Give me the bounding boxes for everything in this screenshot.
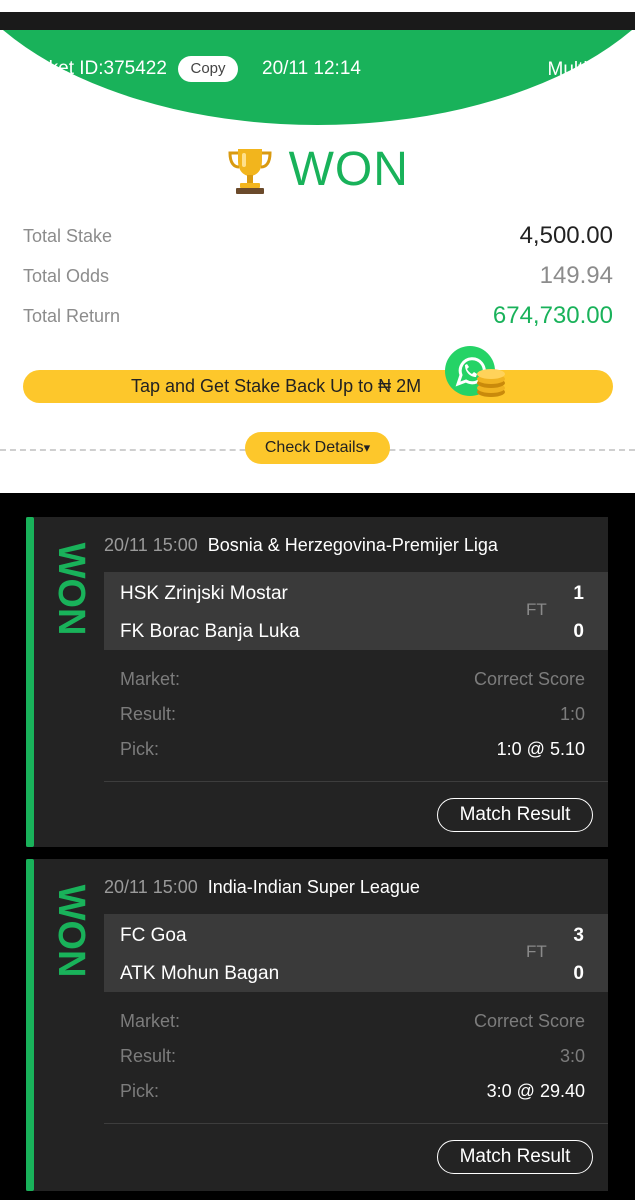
- away-score: 0: [573, 963, 584, 984]
- market-value: Correct Score: [473, 1011, 585, 1031]
- league-name: India-Indian Super League: [207, 877, 420, 897]
- pick-label: Pick:: [120, 1081, 160, 1101]
- pick-value: 1:0 @ 5.10: [496, 739, 585, 759]
- selection-card: WON 20/11 15:00 Bosnia & Herzegovina-Prem…: [26, 517, 608, 847]
- status-bar: [0, 0, 635, 12]
- market-value: Correct Score: [473, 669, 585, 689]
- status-strip: [26, 517, 34, 847]
- home-score: 1: [573, 583, 584, 604]
- check-details-button[interactable]: Check Details▾: [245, 432, 390, 464]
- pick-label: Pick:: [120, 739, 160, 759]
- away-team: ATK Mohun Bagan: [120, 963, 280, 984]
- home-score: 3: [573, 925, 584, 946]
- total-odds-value: 149.94: [539, 262, 613, 289]
- home-team: FC Goa: [120, 925, 187, 946]
- away-team: FK Borac Banja Luka: [120, 621, 300, 642]
- won-vertical-label: WON: [50, 885, 92, 978]
- chevron-double-down-icon: ▾: [363, 440, 371, 455]
- scoreboard: HSK Zrinjski Mostar FK Borac Banja Luka …: [104, 572, 608, 650]
- ticket-summary: Ticket ID:375422 Copy 20/11 12:14 Multip…: [0, 30, 635, 493]
- coins-icon: [477, 369, 505, 397]
- total-return-label: Total Return: [23, 306, 121, 326]
- selection-card: WON 20/11 15:00 India-Indian Super League…: [26, 859, 608, 1191]
- status-strip: [26, 859, 34, 1191]
- match-state: FT: [526, 600, 547, 619]
- card-divider: [104, 1123, 608, 1124]
- league-name: Bosnia & Herzegovina-Premijer Liga: [207, 535, 498, 555]
- result-label: Result:: [120, 1046, 177, 1066]
- pick-value: 3:0 @ 29.40: [486, 1081, 585, 1101]
- ticket-date: 20/11 12:14: [262, 58, 361, 79]
- away-score: 0: [573, 621, 584, 642]
- won-vertical-text: WON: [50, 885, 92, 978]
- match-result-button[interactable]: Match Result: [437, 1140, 593, 1174]
- bet-type: Multiple: [547, 59, 613, 80]
- total-stake-label: Total Stake: [23, 226, 113, 246]
- ticket-id: Ticket ID:375422: [24, 58, 167, 79]
- stake-back-banner[interactable]: Tap and Get Stake Back Up to ₦ 2M: [23, 346, 613, 403]
- total-stake-value: 4,500.00: [519, 222, 613, 249]
- total-odds-label: Total Odds: [23, 266, 110, 286]
- match-time: 20/11 15:00: [104, 535, 198, 555]
- match-result-button[interactable]: Match Result: [437, 798, 593, 832]
- match-header: 20/11 15:00 India-Indian Super League: [104, 877, 420, 898]
- total-stake-row: Total Stake 4,500.00: [23, 222, 613, 252]
- market-label: Market:: [120, 1011, 181, 1031]
- top-divider: [0, 12, 635, 30]
- total-return-row: Total Return 674,730.00: [23, 302, 613, 332]
- result-status: WON: [0, 142, 635, 197]
- scoreboard: FC Goa ATK Mohun Bagan FT 3 0: [104, 914, 608, 992]
- result-value: 1:0: [559, 704, 585, 724]
- promo-text: Tap and Get Stake Back Up to ₦ 2M: [131, 376, 422, 396]
- won-vertical-text: WON: [50, 543, 92, 636]
- result-label: Result:: [120, 704, 177, 724]
- copy-button[interactable]: Copy: [178, 56, 238, 82]
- won-label: WON: [288, 143, 409, 196]
- match-state: FT: [526, 942, 547, 961]
- match-time: 20/11 15:00: [104, 877, 198, 897]
- result-value: 3:0: [559, 1046, 585, 1066]
- won-vertical-label: WON: [50, 543, 92, 636]
- home-team: HSK Zrinjski Mostar: [120, 583, 288, 604]
- match-header: 20/11 15:00 Bosnia & Herzegovina-Premijer…: [104, 535, 498, 556]
- trophy-icon: [228, 148, 272, 194]
- card-divider: [104, 781, 608, 782]
- market-label: Market:: [120, 669, 181, 689]
- total-odds-row: Total Odds 149.94: [23, 262, 613, 292]
- check-details-label: Check Details: [264, 439, 364, 456]
- total-return-value: 674,730.00: [492, 302, 613, 329]
- ticket-header: Ticket ID:375422 Copy 20/11 12:14 Multip…: [0, 30, 635, 106]
